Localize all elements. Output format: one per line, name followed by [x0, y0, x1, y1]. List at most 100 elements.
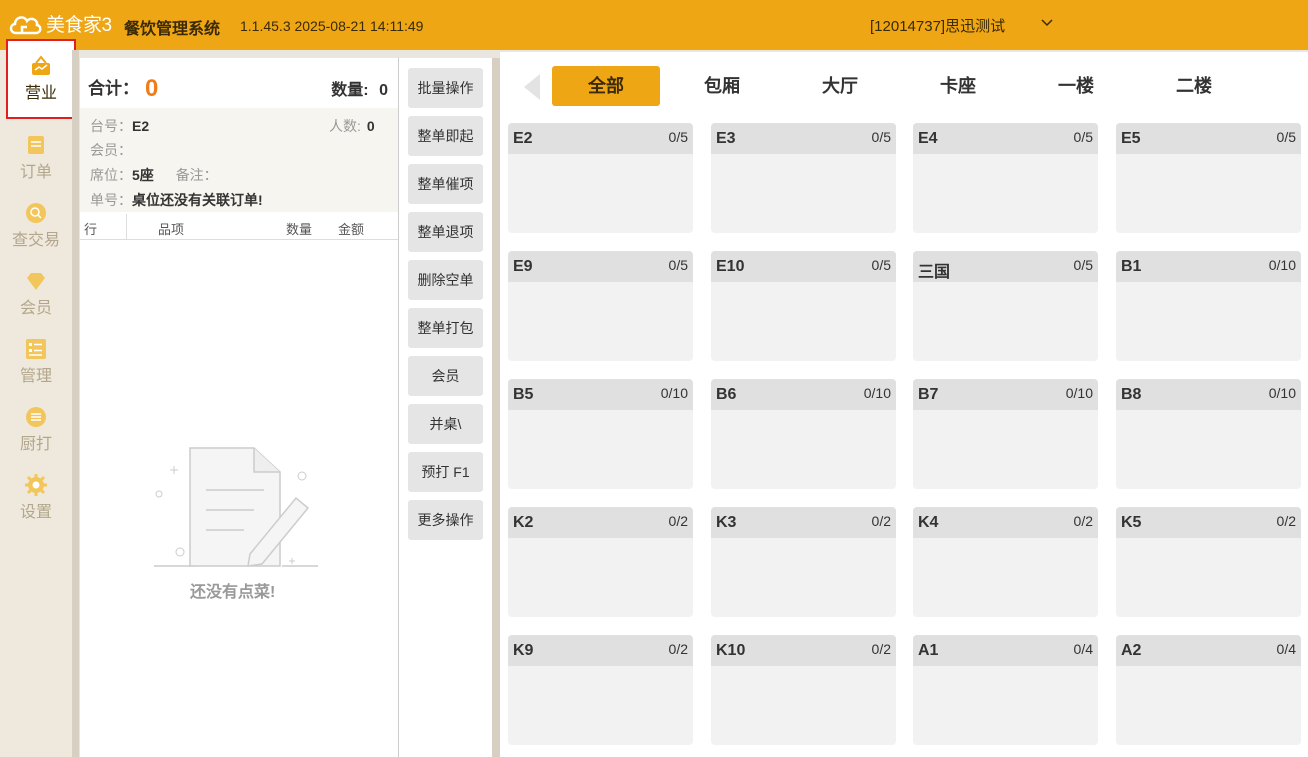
- table-card[interactable]: B7 0/10: [913, 379, 1098, 489]
- member-icon: [27, 273, 45, 290]
- column-divider-strip: [492, 58, 500, 757]
- tab-private-room[interactable]: 包厢: [672, 66, 772, 106]
- table-card[interactable]: K2 0/2: [508, 507, 693, 617]
- table-card[interactable]: E4 0/5: [913, 123, 1098, 233]
- table-capacity: 0/5: [871, 129, 891, 145]
- pack-all-button[interactable]: 整单打包: [408, 308, 483, 348]
- column-divider: [126, 214, 127, 240]
- nav-label-transactions: 查交易: [11, 232, 60, 249]
- order-total: 合计： 0: [88, 74, 158, 103]
- seat-value: 5座: [132, 167, 154, 183]
- table-card[interactable]: A2 0/4: [1116, 635, 1301, 745]
- tab-hall[interactable]: 大厅: [790, 66, 890, 106]
- table-card[interactable]: E9 0/5: [508, 251, 693, 361]
- order-icon: [28, 136, 44, 154]
- people-label: 人数:: [329, 118, 361, 134]
- nav-label-orders: 订单: [19, 164, 52, 181]
- empty-order-illustration-icon: [154, 447, 318, 567]
- nav-label-kitchen-print: 厨打: [19, 436, 52, 453]
- nav-item-orders[interactable]: 订单: [0, 134, 72, 182]
- table-card[interactable]: B6 0/10: [711, 379, 896, 489]
- table-card[interactable]: K10 0/2: [711, 635, 896, 745]
- settings-icon: [25, 474, 47, 496]
- table-capacity: 0/2: [871, 641, 891, 657]
- table-area: 全部 包厢 大厅 卡座 一楼 二楼 E2 0/5 E3 0/5 E4 0/5 E5 0/5 E9…: [500, 52, 1308, 757]
- table-card-header: 三国 0/5: [913, 251, 1098, 282]
- table-card[interactable]: E3 0/5: [711, 123, 896, 233]
- table-card[interactable]: E2 0/5: [508, 123, 693, 233]
- table-name: K5: [1121, 514, 1142, 531]
- nav-item-business[interactable]: 营业: [6, 39, 76, 119]
- table-card[interactable]: B5 0/10: [508, 379, 693, 489]
- table-card-header: E10 0/5: [711, 251, 896, 282]
- pre-print-button[interactable]: 预打 F1: [408, 452, 483, 492]
- tab-scroll-left-icon[interactable]: [524, 74, 540, 100]
- table-no-line: 台号：E2: [90, 116, 149, 136]
- nav-item-members[interactable]: 会员: [0, 270, 72, 318]
- nav-item-settings[interactable]: 设置: [0, 474, 72, 522]
- table-capacity: 0/5: [668, 129, 688, 145]
- order-no-line: 单号：桌位还没有关联订单!: [90, 190, 263, 210]
- table-name: E2: [513, 130, 533, 147]
- table-card[interactable]: E10 0/5: [711, 251, 896, 361]
- table-card[interactable]: K4 0/2: [913, 507, 1098, 617]
- table-card-header: E4 0/5: [913, 123, 1098, 154]
- fire-all-button[interactable]: 整单即起: [408, 116, 483, 156]
- delete-empty-order-button[interactable]: 删除空单: [408, 260, 483, 300]
- table-card-header: A2 0/4: [1116, 635, 1301, 666]
- nav-label-manage: 管理: [19, 368, 52, 385]
- cloud-logo-icon: [9, 15, 42, 34]
- table-capacity: 0/2: [871, 513, 891, 529]
- table-capacity: 0/2: [668, 641, 688, 657]
- table-card[interactable]: K5 0/2: [1116, 507, 1301, 617]
- nav-item-kitchen-print[interactable]: 厨打: [0, 406, 72, 454]
- more-actions-button[interactable]: 更多操作: [408, 500, 483, 540]
- chevron-down-icon[interactable]: [1040, 16, 1054, 30]
- tab-first-floor[interactable]: 一楼: [1026, 66, 1126, 106]
- table-card[interactable]: K3 0/2: [711, 507, 896, 617]
- account-selector[interactable]: [12014737]思迅测试: [870, 15, 1005, 36]
- table-card-header: K9 0/2: [508, 635, 693, 666]
- table-card-header: E2 0/5: [508, 123, 693, 154]
- table-card[interactable]: B8 0/10: [1116, 379, 1301, 489]
- table-card[interactable]: B1 0/10: [1116, 251, 1301, 361]
- people-value: 0: [366, 118, 375, 134]
- table-card-header: B8 0/10: [1116, 379, 1301, 410]
- table-name: B1: [1121, 258, 1142, 275]
- table-name: E9: [513, 258, 533, 275]
- nav-label-members: 会员: [19, 300, 52, 317]
- table-name: K9: [513, 642, 534, 659]
- table-card[interactable]: 三国 0/5: [913, 251, 1098, 361]
- member-button[interactable]: 会员: [408, 356, 483, 396]
- order-items-header: 行 品项 数量 金额: [80, 214, 398, 240]
- batch-operation-button[interactable]: 批量操作: [408, 68, 483, 108]
- order-total-label: 合计：: [88, 79, 139, 98]
- rush-all-button[interactable]: 整单催项: [408, 164, 483, 204]
- table-card[interactable]: E5 0/5: [1116, 123, 1301, 233]
- seat-line: 席位：5座 备注：: [90, 165, 218, 185]
- merge-table-button[interactable]: 并桌\: [408, 404, 483, 444]
- tab-second-floor[interactable]: 二楼: [1144, 66, 1244, 106]
- table-capacity: 0/5: [1073, 129, 1093, 145]
- table-capacity: 0/5: [1073, 257, 1093, 273]
- tab-all[interactable]: 全部: [552, 66, 660, 106]
- table-card-header: B7 0/10: [913, 379, 1098, 410]
- manage-icon: [26, 339, 46, 359]
- nav-item-transactions[interactable]: 查交易: [0, 202, 72, 250]
- nav-label-business: 营业: [24, 85, 57, 102]
- tab-booth[interactable]: 卡座: [908, 66, 1008, 106]
- nav-item-manage[interactable]: 管理: [0, 338, 72, 386]
- return-all-button[interactable]: 整单退项: [408, 212, 483, 252]
- table-capacity: 0/5: [1276, 129, 1296, 145]
- action-column: 批量操作 整单即起 整单催项 整单退项 删除空单 整单打包 会员 并桌\ 预打 …: [399, 58, 492, 757]
- table-capacity: 0/10: [1268, 257, 1296, 273]
- people-line: 人数: 0: [329, 116, 375, 136]
- table-card[interactable]: K9 0/2: [508, 635, 693, 745]
- table-card[interactable]: A1 0/4: [913, 635, 1098, 745]
- table-capacity: 0/10: [1268, 385, 1296, 401]
- remark-label: 备注：: [175, 167, 218, 183]
- empty-order-text: 还没有点菜!: [190, 584, 276, 601]
- table-card-header: E9 0/5: [508, 251, 693, 282]
- order-no-value: 桌位还没有关联订单!: [132, 192, 263, 208]
- col-amount: 金额: [338, 222, 365, 237]
